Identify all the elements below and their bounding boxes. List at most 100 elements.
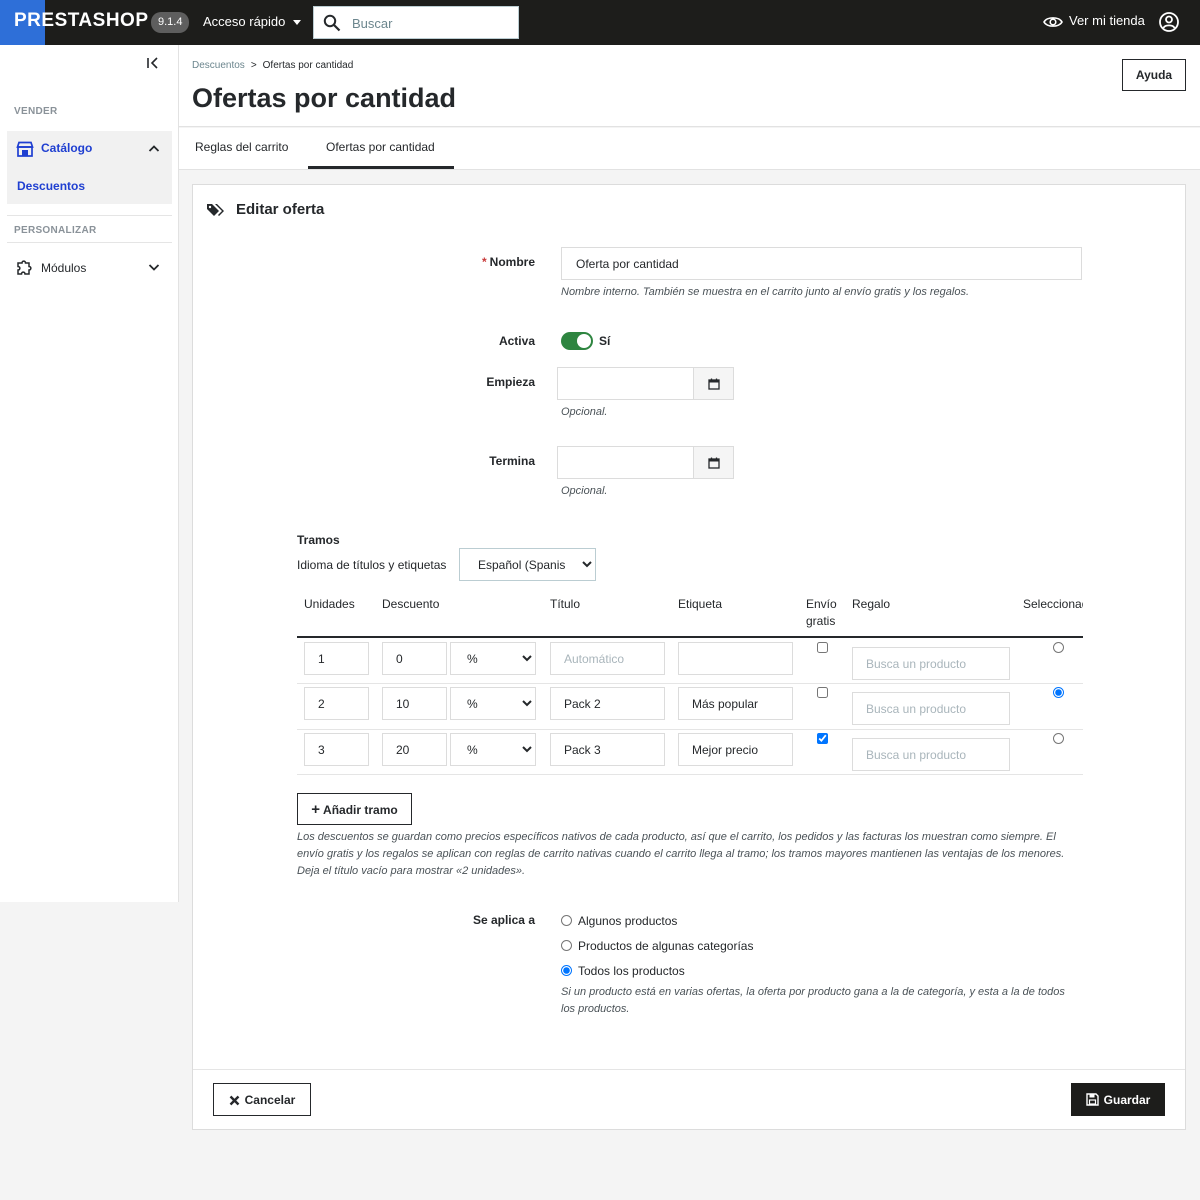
active-tab-indicator xyxy=(308,166,454,169)
row-free-shipping-checkbox[interactable] xyxy=(817,687,828,698)
row-discount-input[interactable] xyxy=(382,687,447,720)
applies-option-some-products[interactable]: Algunos productos xyxy=(561,914,677,928)
sidebar-subitem-discounts[interactable]: Descuentos xyxy=(17,179,85,193)
store-icon xyxy=(16,141,34,157)
top-bar: PRESTASHOP 9.1.4 Acceso rápido Ver mi ti… xyxy=(0,0,1200,45)
cancel-label: Cancelar xyxy=(244,1092,296,1107)
name-input[interactable] xyxy=(561,247,1082,280)
required-marker: * xyxy=(481,255,487,269)
save-button[interactable]: Guardar xyxy=(1071,1083,1165,1116)
col-gift: Regalo xyxy=(852,597,891,611)
sidebar-item-modules[interactable]: Módulos xyxy=(7,256,172,282)
row-discount-input[interactable] xyxy=(382,642,447,675)
row-divider xyxy=(297,774,1083,775)
col-free-shipping: Envío gratis xyxy=(806,596,837,630)
row-discount-input[interactable] xyxy=(382,733,447,766)
save-label: Guardar xyxy=(1103,1092,1151,1107)
search-box[interactable] xyxy=(313,6,519,39)
active-label: Activa xyxy=(498,334,535,348)
row-tag-input[interactable] xyxy=(678,642,793,675)
row-units-input[interactable] xyxy=(304,687,369,720)
tab-quantity-offers[interactable]: Ofertas por cantidad xyxy=(326,140,435,154)
section-title-sell: VENDER xyxy=(14,106,58,117)
applies-option-label: Algunos productos xyxy=(578,914,678,928)
row-free-shipping-checkbox[interactable] xyxy=(817,733,828,744)
active-toggle[interactable] xyxy=(561,332,593,350)
search-icon xyxy=(323,14,341,32)
save-icon xyxy=(1085,1092,1099,1106)
row-tag-input[interactable] xyxy=(678,687,793,720)
breadcrumb-separator: > xyxy=(250,60,257,71)
tiers-note: Los descuentos se guardan como precios e… xyxy=(297,831,1065,877)
row-title-input[interactable] xyxy=(550,687,665,720)
calendar-button[interactable] xyxy=(694,368,733,399)
row-units-input[interactable] xyxy=(304,642,369,675)
applies-radio[interactable] xyxy=(561,940,572,951)
row-discount-type-select[interactable]: % xyxy=(450,642,536,675)
tab-cart-rules[interactable]: Reglas del carrito xyxy=(195,140,288,154)
col-selected: Seleccionada xyxy=(1023,597,1083,611)
row-free-shipping-checkbox[interactable] xyxy=(817,642,828,653)
tab-bar: Reglas del carrito Ofertas por cantidad xyxy=(179,128,1200,170)
puzzle-icon xyxy=(17,260,32,275)
sidebar: VENDER Catálogo Descuentos PERSONALIZAR … xyxy=(0,45,179,902)
page-header: Descuentos > Ofertas por cantidad Ofertas … xyxy=(179,45,1200,127)
active-value: Sí xyxy=(599,334,611,348)
start-date-input[interactable] xyxy=(558,368,694,399)
row-tag-input[interactable] xyxy=(678,733,793,766)
row-gift-search-input[interactable] xyxy=(852,738,1010,771)
end-date-input[interactable] xyxy=(558,447,694,478)
row-gift-search-input[interactable] xyxy=(852,647,1010,680)
row-title-input[interactable] xyxy=(550,642,665,675)
help-button[interactable]: Ayuda xyxy=(1122,59,1186,91)
quick-access-menu[interactable]: Acceso rápido xyxy=(203,14,302,29)
add-tier-label: Añadir tramo xyxy=(323,802,398,817)
row-units-input[interactable] xyxy=(304,733,369,766)
name-label: * Nombre xyxy=(433,255,535,269)
breadcrumb-link[interactable]: Descuentos xyxy=(192,60,245,71)
row-select-radio[interactable] xyxy=(1053,733,1064,744)
view-shop-label: Ver mi tienda xyxy=(1069,13,1145,28)
language-select[interactable]: Español (Spanish) xyxy=(459,548,596,581)
card-footer-divider xyxy=(193,1069,1185,1070)
applies-option-some-categories[interactable]: Productos de algunas categorías xyxy=(561,939,753,953)
applies-to-label: Se aplica a xyxy=(472,913,535,927)
add-tier-button[interactable]: + Añadir tramo xyxy=(297,793,412,825)
col-title: Título xyxy=(550,597,581,611)
end-hint: Opcional. xyxy=(561,485,608,497)
breadcrumb-current: Ofertas por cantidad xyxy=(262,60,354,71)
view-shop-link[interactable]: Ver mi tienda xyxy=(1043,13,1145,29)
row-title-input[interactable] xyxy=(550,733,665,766)
card-title: Editar oferta xyxy=(236,201,325,218)
row-select-radio[interactable] xyxy=(1053,687,1064,698)
collapse-sidebar-icon[interactable] xyxy=(145,55,161,71)
col-free-shipping-line2: gratis xyxy=(806,614,836,628)
chevron-down-icon xyxy=(148,264,160,271)
applies-radio[interactable] xyxy=(561,965,572,976)
end-label: Termina xyxy=(489,454,535,468)
row-select-radio[interactable] xyxy=(1053,642,1064,653)
start-date-group xyxy=(557,367,734,400)
calendar-icon xyxy=(707,378,720,390)
applies-radio[interactable] xyxy=(561,915,572,926)
applies-option-all-products[interactable]: Todos los productos xyxy=(561,964,685,978)
version-badge: 9.1.4 xyxy=(151,12,190,33)
edit-offer-card: Editar oferta *Nombre Nombre interno. Ta… xyxy=(192,184,1186,1130)
close-icon xyxy=(229,1095,239,1105)
col-tag: Etiqueta xyxy=(678,597,723,611)
row-gift-search-input[interactable] xyxy=(852,692,1010,725)
sidebar-item-catalog[interactable]: Catálogo Descuentos xyxy=(7,131,172,204)
breadcrumb: Descuentos > Ofertas por cantidad xyxy=(192,60,353,71)
user-account-icon[interactable] xyxy=(1158,11,1180,33)
search-input[interactable] xyxy=(352,12,512,34)
applies-hint: Si un producto está en varias ofertas, l… xyxy=(561,986,1065,1015)
row-discount-type-select[interactable]: % xyxy=(450,687,536,720)
cancel-button[interactable]: Cancelar xyxy=(213,1083,311,1116)
language-label: Idioma de títulos y etiquetas xyxy=(297,558,447,572)
row-discount-type-select[interactable]: % xyxy=(450,733,536,766)
calendar-icon xyxy=(707,457,720,469)
logo[interactable]: PRESTASHOP xyxy=(14,10,149,32)
name-label-text: Nombre xyxy=(489,255,535,269)
calendar-button[interactable] xyxy=(694,447,733,478)
table-header-divider xyxy=(297,636,1083,638)
